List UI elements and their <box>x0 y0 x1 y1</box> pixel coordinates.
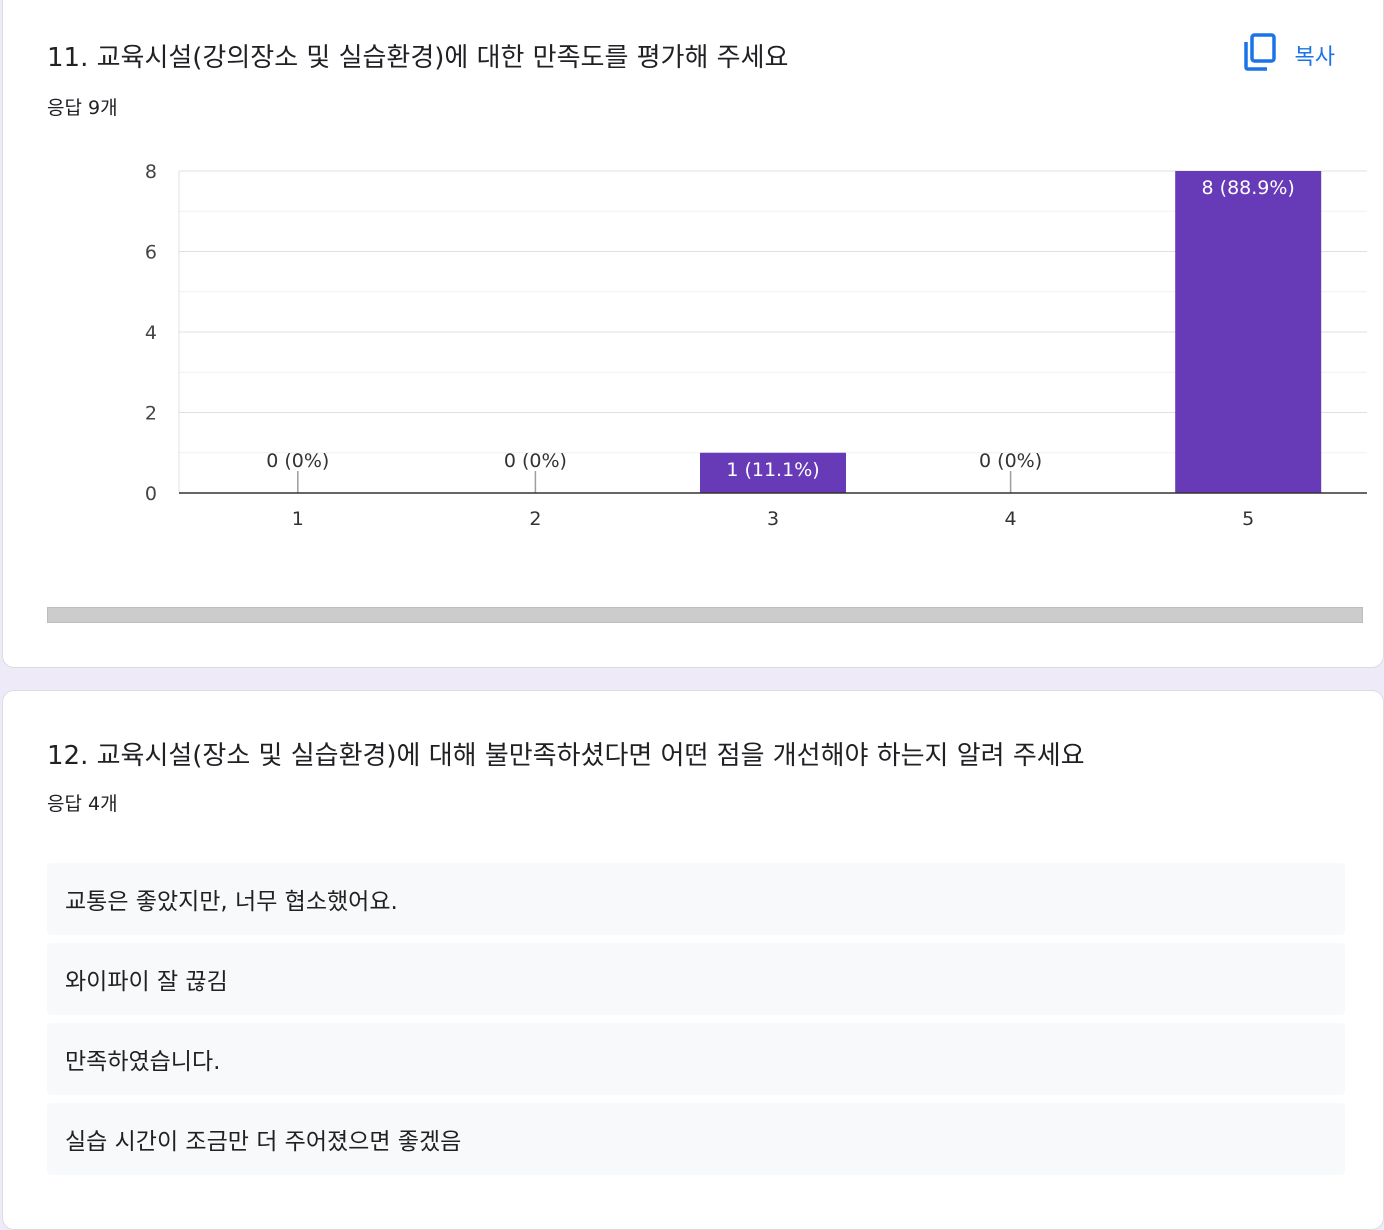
data-label: 0 (0%) <box>504 450 567 472</box>
question-title: 11. 교육시설(강의장소 및 실습환경)에 대한 만족도를 평가해 주세요 <box>47 43 789 73</box>
data-label: 0 (0%) <box>979 450 1042 472</box>
y-tick-label: 8 <box>145 161 157 183</box>
horizontal-scrollbar[interactable] <box>47 607 1363 623</box>
bar <box>1175 171 1322 493</box>
response-item: 만족하였습니다. <box>47 1023 1345 1095</box>
x-tick-label: 1 <box>292 508 304 530</box>
x-tick-label: 2 <box>529 508 541 530</box>
copy-label: 복사 <box>1294 45 1335 70</box>
data-label: 1 (11.1%) <box>726 459 819 481</box>
data-label: 8 (88.9%) <box>1202 177 1295 199</box>
copy-button[interactable]: 복사 <box>1243 33 1335 77</box>
y-tick-label: 6 <box>145 242 157 264</box>
x-tick-label: 4 <box>1005 508 1017 530</box>
response-count: 응답 9개 <box>47 97 118 119</box>
response-item: 실습 시간이 조금만 더 주어졌으면 좋겠음 <box>47 1103 1345 1175</box>
y-tick-label: 0 <box>145 483 157 505</box>
response-list: 교통은 좋았지만, 너무 협소했어요. 와이파이 잘 끊김 만족하였습니다. 실… <box>47 863 1345 1183</box>
question-title: 12. 교육시설(장소 및 실습환경)에 대해 불만족하셨다면 어떤 점을 개선… <box>47 741 1085 771</box>
y-tick-label: 2 <box>145 403 157 425</box>
data-label: 0 (0%) <box>266 450 329 472</box>
y-tick-label: 4 <box>145 322 157 344</box>
response-count: 응답 4개 <box>47 793 118 815</box>
x-tick-label: 5 <box>1242 508 1254 530</box>
response-item: 교통은 좋았지만, 너무 협소했어요. <box>47 863 1345 935</box>
response-item: 와이파이 잘 끊김 <box>47 943 1345 1015</box>
bar-chart: 0 2 4 6 8 0 (0%) 1 0 (0%) 2 1 (11.1%) 3 0 (0%) 4 8 (8… <box>145 161 1367 530</box>
question-card-12: 12. 교육시설(장소 및 실습환경)에 대해 불만족하셨다면 어떤 점을 개선… <box>2 690 1384 1230</box>
question-card-11: 11. 교육시설(강의장소 및 실습환경)에 대한 만족도를 평가해 주세요 응… <box>2 0 1384 668</box>
copy-icon <box>1243 33 1277 77</box>
x-tick-label: 3 <box>767 508 779 530</box>
